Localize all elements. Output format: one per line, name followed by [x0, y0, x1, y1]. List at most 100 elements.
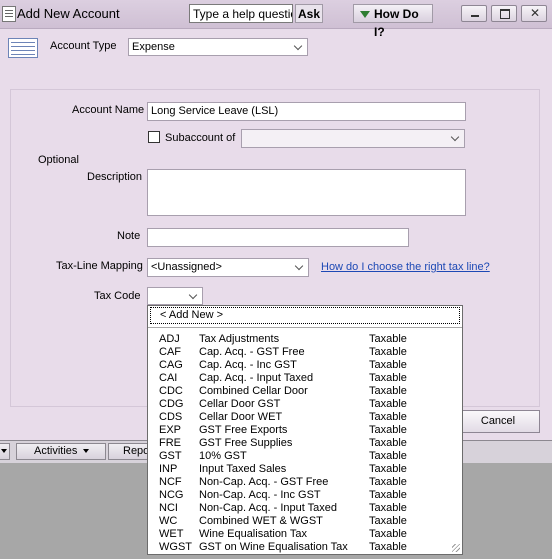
tax-code-dropdown-list[interactable]: < Add New > ADJ Tax Adjustments Taxable CAF… [147, 305, 463, 555]
tax-code-option-name: Combined WET & WGST [199, 515, 323, 527]
tax-code-option-type: Taxable [369, 489, 407, 501]
tax-code-option-name: Combined Cellar Door [199, 385, 308, 397]
tax-line-help-link[interactable]: How do I choose the right tax line? [321, 261, 490, 273]
tax-code-option-type: Taxable [369, 424, 407, 436]
tax-code-option[interactable]: EXP GST Free Exports Taxable [148, 424, 462, 437]
tax-code-option-name: Cellar Door WET [199, 411, 283, 423]
tax-line-mapping-label: Tax-Line Mapping [56, 260, 143, 272]
activities-label: Activities [34, 445, 78, 457]
tax-code-option-name: GST on Wine Equalisation Tax [199, 541, 348, 553]
note-input[interactable] [147, 228, 409, 247]
tax-code-option[interactable]: ADJ Tax Adjustments Taxable [148, 333, 462, 346]
tax-code-option[interactable]: NCG Non-Cap. Acq. - Inc GST Taxable [148, 489, 462, 502]
description-label: Description [87, 171, 143, 183]
tax-code-option-type: Taxable [369, 411, 407, 423]
account-name-input[interactable]: Long Service Leave (LSL) [147, 102, 466, 121]
account-register-icon [8, 38, 38, 58]
tax-line-mapping-value: <Unassigned> [151, 261, 222, 273]
tax-code-option-type: Taxable [369, 476, 407, 488]
tax-code-option[interactable]: NCF Non-Cap. Acq. - GST Free Taxable [148, 476, 462, 489]
tax-code-option-name: Non-Cap. Acq. - Input Taxed [199, 502, 337, 514]
resize-grip-icon[interactable] [452, 544, 460, 552]
tax-code-option-type: Taxable [369, 528, 407, 540]
how-do-i-label: How Do I? [374, 7, 419, 39]
tax-code-option[interactable]: NCI Non-Cap. Acq. - Input Taxed Taxable [148, 502, 462, 515]
minimize-button[interactable] [461, 5, 487, 22]
subaccount-checkbox[interactable] [148, 131, 160, 143]
tax-code-option-name: Cellar Door GST [199, 398, 281, 410]
account-type-label: Account Type [50, 40, 117, 52]
tax-code-option[interactable]: CDG Cellar Door GST Taxable [148, 398, 462, 411]
tax-code-option-code: INP [159, 463, 178, 475]
tax-code-option-name: Input Taxed Sales [199, 463, 287, 475]
tax-code-option-code: CAF [159, 346, 181, 358]
help-search-input[interactable]: Type a help question [189, 4, 293, 23]
account-name-label: Account Name [72, 104, 145, 116]
tax-line-mapping-select[interactable]: <Unassigned> [147, 258, 309, 277]
tax-code-option[interactable]: CAI Cap. Acq. - Input Taxed Taxable [148, 372, 462, 385]
chevron-down-icon [293, 42, 305, 52]
tax-code-option-code: CAG [159, 359, 183, 371]
tax-code-option[interactable]: INP Input Taxed Sales Taxable [148, 463, 462, 476]
cancel-button[interactable]: Cancel [456, 410, 540, 433]
tax-code-select[interactable] [147, 287, 203, 305]
account-type-value: Expense [132, 41, 175, 53]
tax-code-option-type: Taxable [369, 385, 407, 397]
tax-code-option-type: Taxable [369, 333, 407, 345]
tax-code-option-code: EXP [159, 424, 182, 436]
bottom-menu-button[interactable] [0, 443, 10, 460]
account-type-select[interactable]: Expense [128, 38, 308, 56]
tax-code-option-code: FRE [159, 437, 181, 449]
tax-code-option-code: NCF [159, 476, 182, 488]
dropdown-separator [148, 327, 462, 328]
tax-code-option-type: Taxable [369, 541, 407, 553]
tax-code-option[interactable]: WC Combined WET & WGST Taxable [148, 515, 462, 528]
close-button[interactable] [521, 5, 547, 22]
tax-code-option-type: Taxable [369, 502, 407, 514]
tax-code-option-code: CDS [159, 411, 183, 423]
tax-code-option[interactable]: CDS Cellar Door WET Taxable [148, 411, 462, 424]
chevron-down-icon [450, 133, 462, 143]
tax-code-option[interactable]: GST 10% GST Taxable [148, 450, 462, 463]
tax-code-option-name: Cap. Acq. - Input Taxed [199, 372, 314, 384]
tax-code-option-name: GST Free Supplies [199, 437, 293, 449]
maximize-button[interactable] [491, 5, 517, 22]
tax-code-option-type: Taxable [369, 346, 407, 358]
tax-code-option-name: Wine Equalisation Tax [199, 528, 308, 540]
tax-code-option[interactable]: CAG Cap. Acq. - Inc GST Taxable [148, 359, 462, 372]
tax-code-option[interactable]: CDC Combined Cellar Door Taxable [148, 385, 462, 398]
how-do-i-button[interactable]: How Do I? [353, 4, 433, 39]
document-icon [2, 6, 16, 22]
activities-button[interactable]: Activities [16, 443, 106, 460]
tax-code-option-code: GST [159, 450, 182, 462]
triangle-down-icon [1, 449, 7, 454]
triangle-down-icon [360, 11, 370, 18]
tax-code-option-code: CDG [159, 398, 184, 410]
subaccount-label: Subaccount of [165, 132, 236, 144]
tax-code-option[interactable]: FRE GST Free Supplies Taxable [148, 437, 462, 450]
tax-code-option-code: CDC [159, 385, 183, 397]
optional-heading: Optional [38, 154, 79, 166]
tax-code-option-type: Taxable [369, 437, 407, 449]
subaccount-select[interactable] [241, 129, 465, 148]
tax-code-option-code: CAI [159, 372, 178, 384]
tax-code-options: ADJ Tax Adjustments Taxable CAF Cap. Acq. - … [148, 333, 462, 554]
tax-code-option-type: Taxable [369, 372, 407, 384]
description-textarea[interactable] [147, 169, 466, 216]
tax-code-option[interactable]: CAF Cap. Acq. - GST Free Taxable [148, 346, 462, 359]
tax-code-option-code: NCG [159, 489, 184, 501]
window-title: Add New Account [17, 6, 120, 21]
chevron-down-icon [188, 291, 200, 301]
add-new-tax-code-option[interactable]: < Add New > [150, 307, 460, 324]
ask-button[interactable]: Ask [295, 4, 323, 23]
tax-code-option-type: Taxable [369, 463, 407, 475]
tax-code-option-type: Taxable [369, 515, 407, 527]
tax-code-option-type: Taxable [369, 398, 407, 410]
tax-code-option-name: Cap. Acq. - GST Free [199, 346, 305, 358]
tax-code-option[interactable]: WET Wine Equalisation Tax Taxable [148, 528, 462, 541]
tax-code-option-type: Taxable [369, 359, 407, 371]
tax-code-option-name: Tax Adjustments [199, 333, 280, 345]
tax-code-option[interactable]: WGST GST on Wine Equalisation Tax Taxable [148, 541, 462, 554]
tax-code-option-name: Non-Cap. Acq. - Inc GST [199, 489, 321, 501]
tax-code-label: Tax Code [94, 290, 141, 302]
